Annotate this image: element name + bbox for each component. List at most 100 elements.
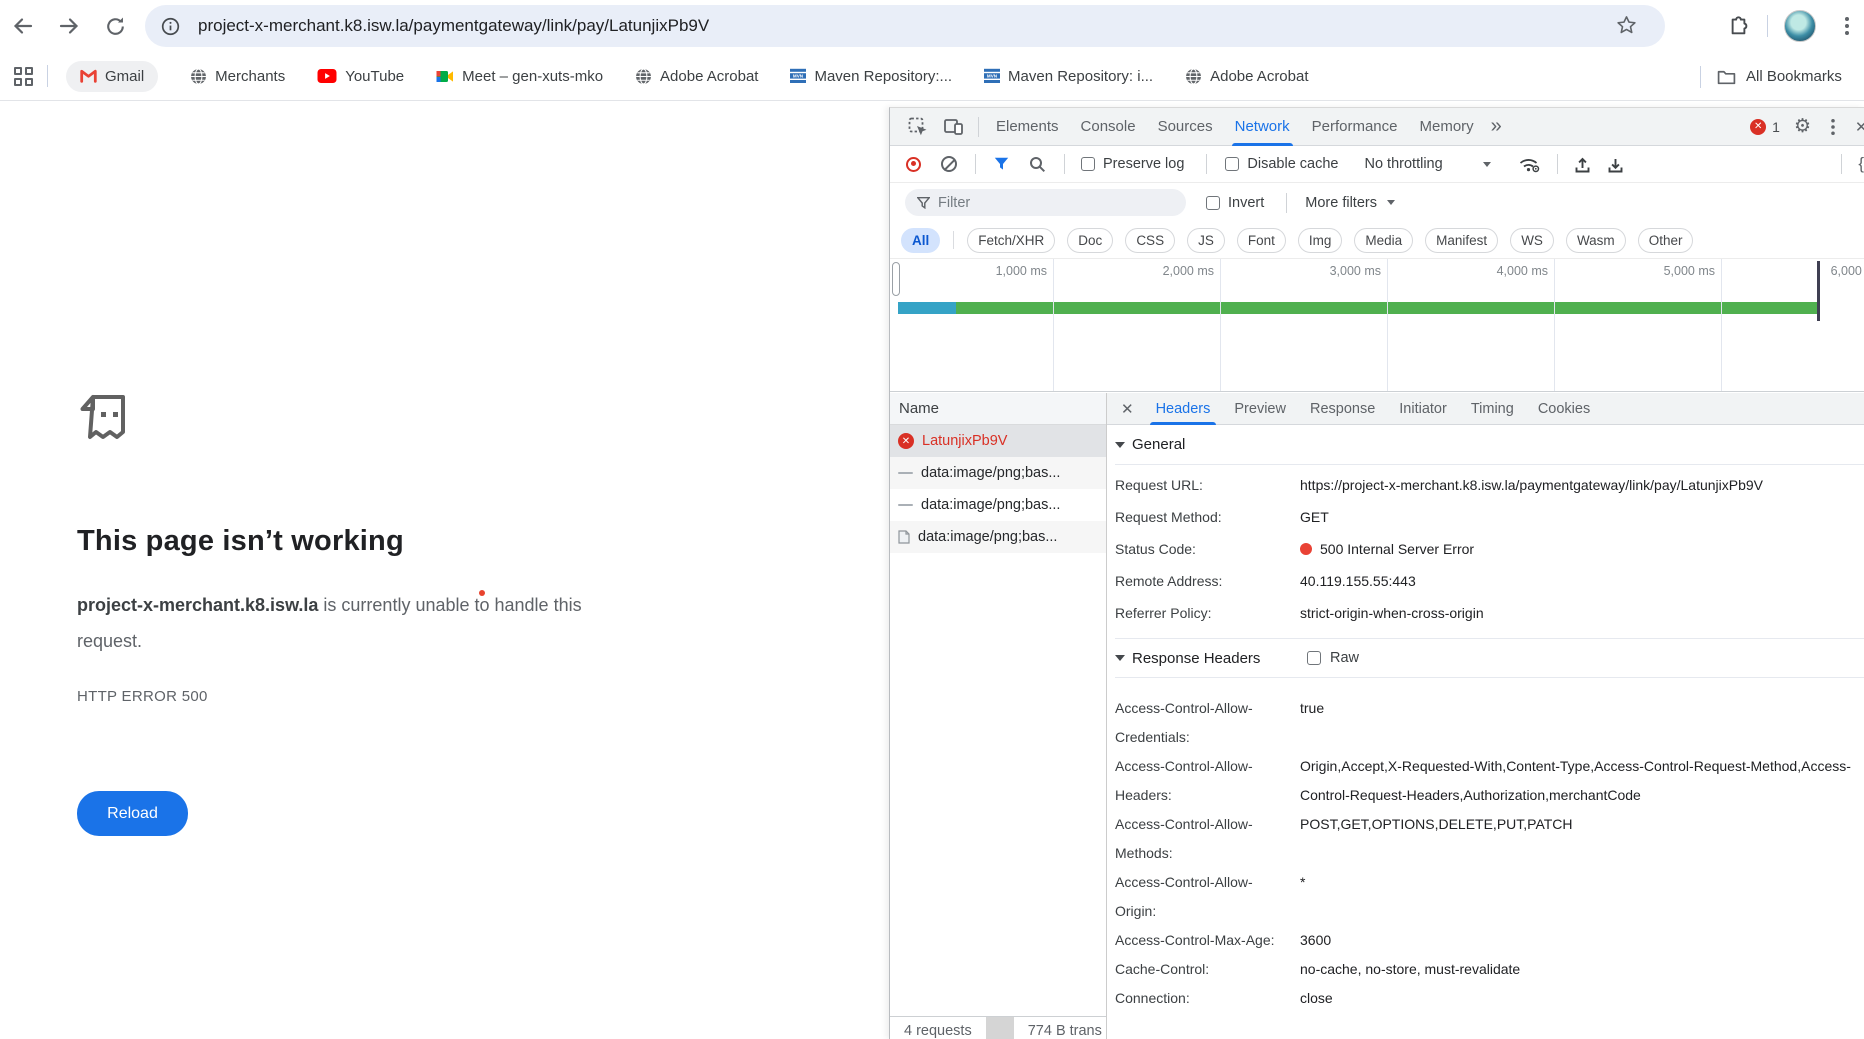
reload-button[interactable] — [102, 13, 128, 39]
header-value[interactable]: strict-origin-when-cross-origin — [1300, 598, 1864, 628]
bookmark-item-maven-repository-1[interactable]: MVNMaven Repository:... — [790, 68, 952, 85]
extensions-icon[interactable] — [1728, 16, 1749, 37]
reload-page-button[interactable]: Reload — [77, 791, 188, 836]
devtools-menu-icon[interactable] — [1825, 117, 1841, 137]
type-filter-img[interactable]: Img — [1298, 228, 1343, 253]
all-bookmarks-label[interactable]: All Bookmarks — [1746, 68, 1842, 85]
bookmark-item-adobe-acrobat-2[interactable]: Adobe Acrobat — [1185, 68, 1308, 85]
bookmark-item-merchants[interactable]: Merchants — [190, 68, 285, 85]
filter-input[interactable]: Filter — [905, 189, 1186, 216]
profile-avatar[interactable] — [1784, 10, 1816, 42]
header-value[interactable]: 3600 — [1300, 926, 1864, 955]
tab-elements[interactable]: Elements — [985, 108, 1070, 146]
close-detail-icon[interactable]: ✕ — [1107, 400, 1144, 418]
name-column-header[interactable]: Name — [890, 393, 1106, 425]
chrome-menu-icon[interactable] — [1838, 15, 1856, 37]
bookmark-item-adobe-acrobat-1[interactable]: Adobe Acrobat — [635, 68, 758, 85]
devtools-close-icon[interactable]: ✕ — [1855, 118, 1864, 136]
throttling-select[interactable]: No throttling — [1364, 156, 1490, 172]
general-section-header[interactable]: General — [1115, 425, 1864, 465]
bookmark-item-maven-repository-2[interactable]: MVNMaven Repository: i... — [984, 68, 1153, 85]
overview-activity-bar — [898, 302, 1819, 314]
type-filter-fetch-xhr[interactable]: Fetch/XHR — [967, 228, 1055, 253]
header-value[interactable]: * — [1300, 868, 1864, 926]
url-text: project-x-merchant.k8.isw.la/paymentgate… — [198, 16, 709, 36]
bookmark-item-gmail[interactable]: Gmail — [66, 61, 158, 92]
devtools-settings-icon[interactable]: ⚙ — [1794, 115, 1811, 138]
record-network-log-icon[interactable] — [906, 157, 921, 172]
clipped-toolbar-icon: { — [1858, 154, 1864, 174]
console-error-badge[interactable]: ✕ 1 — [1750, 119, 1780, 135]
header-value[interactable]: close — [1300, 984, 1864, 1013]
type-filter-font[interactable]: Font — [1237, 228, 1286, 253]
globe-icon — [190, 68, 207, 85]
header-value[interactable]: GET — [1300, 502, 1864, 532]
back-button[interactable] — [10, 13, 36, 39]
error-count-icon: ✕ — [1750, 119, 1766, 135]
tab-memory[interactable]: Memory — [1409, 108, 1485, 146]
request-row[interactable]: data:image/png;bas... — [890, 489, 1106, 521]
header-value[interactable]: Origin,Accept,X-Requested-With,Content-T… — [1300, 752, 1864, 810]
type-filter-doc[interactable]: Doc — [1067, 228, 1113, 253]
response-headers-header[interactable]: Response Headers Raw — [1115, 639, 1864, 678]
header-value[interactable]: 40.119.155.55:443 — [1300, 566, 1864, 596]
type-filter-js[interactable]: JS — [1187, 228, 1225, 253]
network-conditions-icon[interactable] — [1517, 155, 1543, 173]
type-filter-css[interactable]: CSS — [1125, 228, 1175, 253]
import-har-icon[interactable] — [1574, 156, 1591, 173]
disable-cache-checkbox[interactable]: Disable cache — [1225, 156, 1338, 172]
inspect-element-icon[interactable] — [908, 117, 928, 137]
type-filter-wasm[interactable]: Wasm — [1566, 228, 1626, 253]
overview-grip[interactable] — [892, 262, 900, 296]
header-value[interactable]: true — [1300, 694, 1864, 752]
type-filter-media[interactable]: Media — [1354, 228, 1413, 253]
type-filter-manifest[interactable]: Manifest — [1425, 228, 1498, 253]
detail-tab-initiator[interactable]: Initiator — [1387, 393, 1459, 425]
request-name: data:image/png;bas... — [921, 497, 1060, 513]
detail-tab-timing[interactable]: Timing — [1459, 393, 1526, 425]
tab-console[interactable]: Console — [1070, 108, 1147, 146]
header-value[interactable]: 500 Internal Server Error — [1300, 534, 1864, 564]
side-panel-apps-icon[interactable] — [14, 67, 33, 86]
address-bar[interactable]: project-x-merchant.k8.isw.la/paymentgate… — [145, 5, 1665, 47]
tab-network[interactable]: Network — [1224, 108, 1301, 146]
header-value[interactable]: no-cache, no-store, must-revalidate — [1300, 955, 1864, 984]
device-toolbar-icon[interactable] — [944, 118, 964, 136]
tab-sources[interactable]: Sources — [1147, 108, 1224, 146]
search-icon[interactable] — [1029, 156, 1046, 173]
type-filter-other[interactable]: Other — [1638, 228, 1694, 253]
invert-checkbox[interactable]: Invert — [1206, 195, 1264, 211]
toolbar-divider — [975, 154, 976, 174]
export-har-icon[interactable] — [1607, 156, 1624, 173]
request-row[interactable]: ✕LatunjixPb9V — [890, 425, 1106, 457]
forward-button[interactable] — [56, 13, 82, 39]
request-row[interactable]: data:image/png;bas... — [890, 457, 1106, 489]
error-message: project-x-merchant.k8.isw.la is currentl… — [77, 587, 643, 659]
site-info-icon[interactable] — [161, 17, 180, 36]
bookmark-star-icon[interactable] — [1616, 15, 1637, 36]
request-row[interactable]: data:image/png;bas... — [890, 521, 1106, 553]
raw-checkbox[interactable]: Raw — [1307, 650, 1359, 666]
bookmark-item-youtube[interactable]: YouTube — [317, 68, 404, 85]
header-value[interactable]: https://project-x-merchant.k8.isw.la/pay… — [1300, 470, 1864, 500]
devtools-panel: ElementsConsoleSourcesNetworkPerformance… — [889, 107, 1864, 1039]
summary-divider — [986, 1017, 1014, 1039]
bookmark-item-meet[interactable]: Meet – gen-xuts-mko — [436, 68, 603, 85]
preserve-log-checkbox[interactable]: Preserve log — [1081, 156, 1184, 172]
type-filter-ws[interactable]: WS — [1510, 228, 1554, 253]
header-key: Access-Control-Allow-Credentials: — [1115, 694, 1300, 752]
more-filters-button[interactable]: More filters — [1305, 195, 1395, 211]
detail-tab-response[interactable]: Response — [1298, 393, 1387, 425]
tab-performance[interactable]: Performance — [1301, 108, 1409, 146]
detail-tab-preview[interactable]: Preview — [1222, 393, 1298, 425]
svg-text:MVN: MVN — [987, 74, 998, 79]
filter-funnel-small-icon — [917, 197, 930, 209]
type-filter-all[interactable]: All — [901, 228, 940, 253]
detail-tab-cookies[interactable]: Cookies — [1526, 393, 1602, 425]
detail-tab-headers[interactable]: Headers — [1144, 393, 1223, 425]
more-panels-icon[interactable]: » — [1491, 115, 1502, 138]
filter-funnel-icon[interactable] — [994, 157, 1009, 171]
header-value[interactable]: POST,GET,OPTIONS,DELETE,PUT,PATCH — [1300, 810, 1864, 868]
network-overview-timeline[interactable]: 1,000 ms2,000 ms3,000 ms4,000 ms5,000 ms… — [890, 258, 1864, 392]
clear-network-log-icon[interactable] — [941, 156, 957, 172]
